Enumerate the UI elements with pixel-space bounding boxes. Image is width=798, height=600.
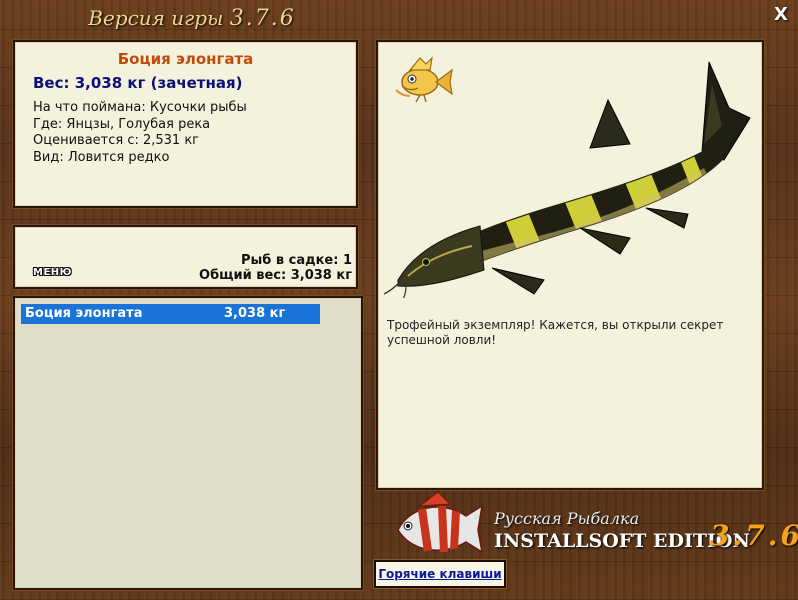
fish-count: Рыб в садке: 1 (240, 253, 352, 268)
hotkeys-button[interactable]: Горячие клавиши (374, 560, 506, 588)
fish-info-panel: Боция элонгата Вес: 3,038 кг (зачетная) … (13, 40, 358, 208)
window-title: Версия игры 3.7.6 (0, 6, 384, 31)
brand-version: 3.7.6 (710, 519, 798, 552)
species-status-line: Вид: Ловится редко (33, 149, 170, 165)
cage-stats: Рыб в садке: 1 Общий вес: 3,038 кг (199, 253, 352, 283)
location-line: Где: Янцзы, Голубая река (33, 116, 211, 132)
close-button[interactable]: X (772, 6, 790, 24)
fish-view-panel: Трофейный экземпляр! Кажется, вы открыли… (376, 40, 764, 490)
fish-illustration (384, 61, 751, 298)
total-weight: Общий вес: 3,038 кг (199, 268, 352, 283)
cage-summary-panel: МЕНЮ Рыб в садке: 1 Общий вес: 3,038 кг (13, 225, 358, 289)
fish-weight: Вес: 3,038 кг (зачетная) (33, 74, 243, 92)
list-item-name: Боция элонгата (25, 306, 143, 321)
window-title-version: 3.7.6 (229, 6, 296, 31)
fish-details: На что поймана: Кусочки рыбы Где: Янцзы,… (33, 100, 356, 166)
menu-button[interactable]: МЕНЮ (33, 267, 72, 278)
red-fish-logo (397, 491, 484, 554)
fish-caption: Трофейный экземпляр! Кажется, вы открыли… (387, 318, 724, 347)
rated-from-line: Оценивается с: 2,531 кг (33, 133, 200, 148)
catch-list[interactable]: Боция элонгата 3,038 кг (13, 296, 363, 590)
caught-on-line: На что поймана: Кусочки рыбы (33, 100, 247, 115)
fish-name: Боция элонгата (117, 50, 254, 68)
list-item-weight: 3,038 кг (224, 306, 286, 321)
window-title-text: Версия игры (88, 6, 224, 30)
list-item[interactable]: Боция элонгата 3,038 кг (21, 304, 320, 324)
brand-line1: Русская Рыбалка (494, 509, 640, 528)
